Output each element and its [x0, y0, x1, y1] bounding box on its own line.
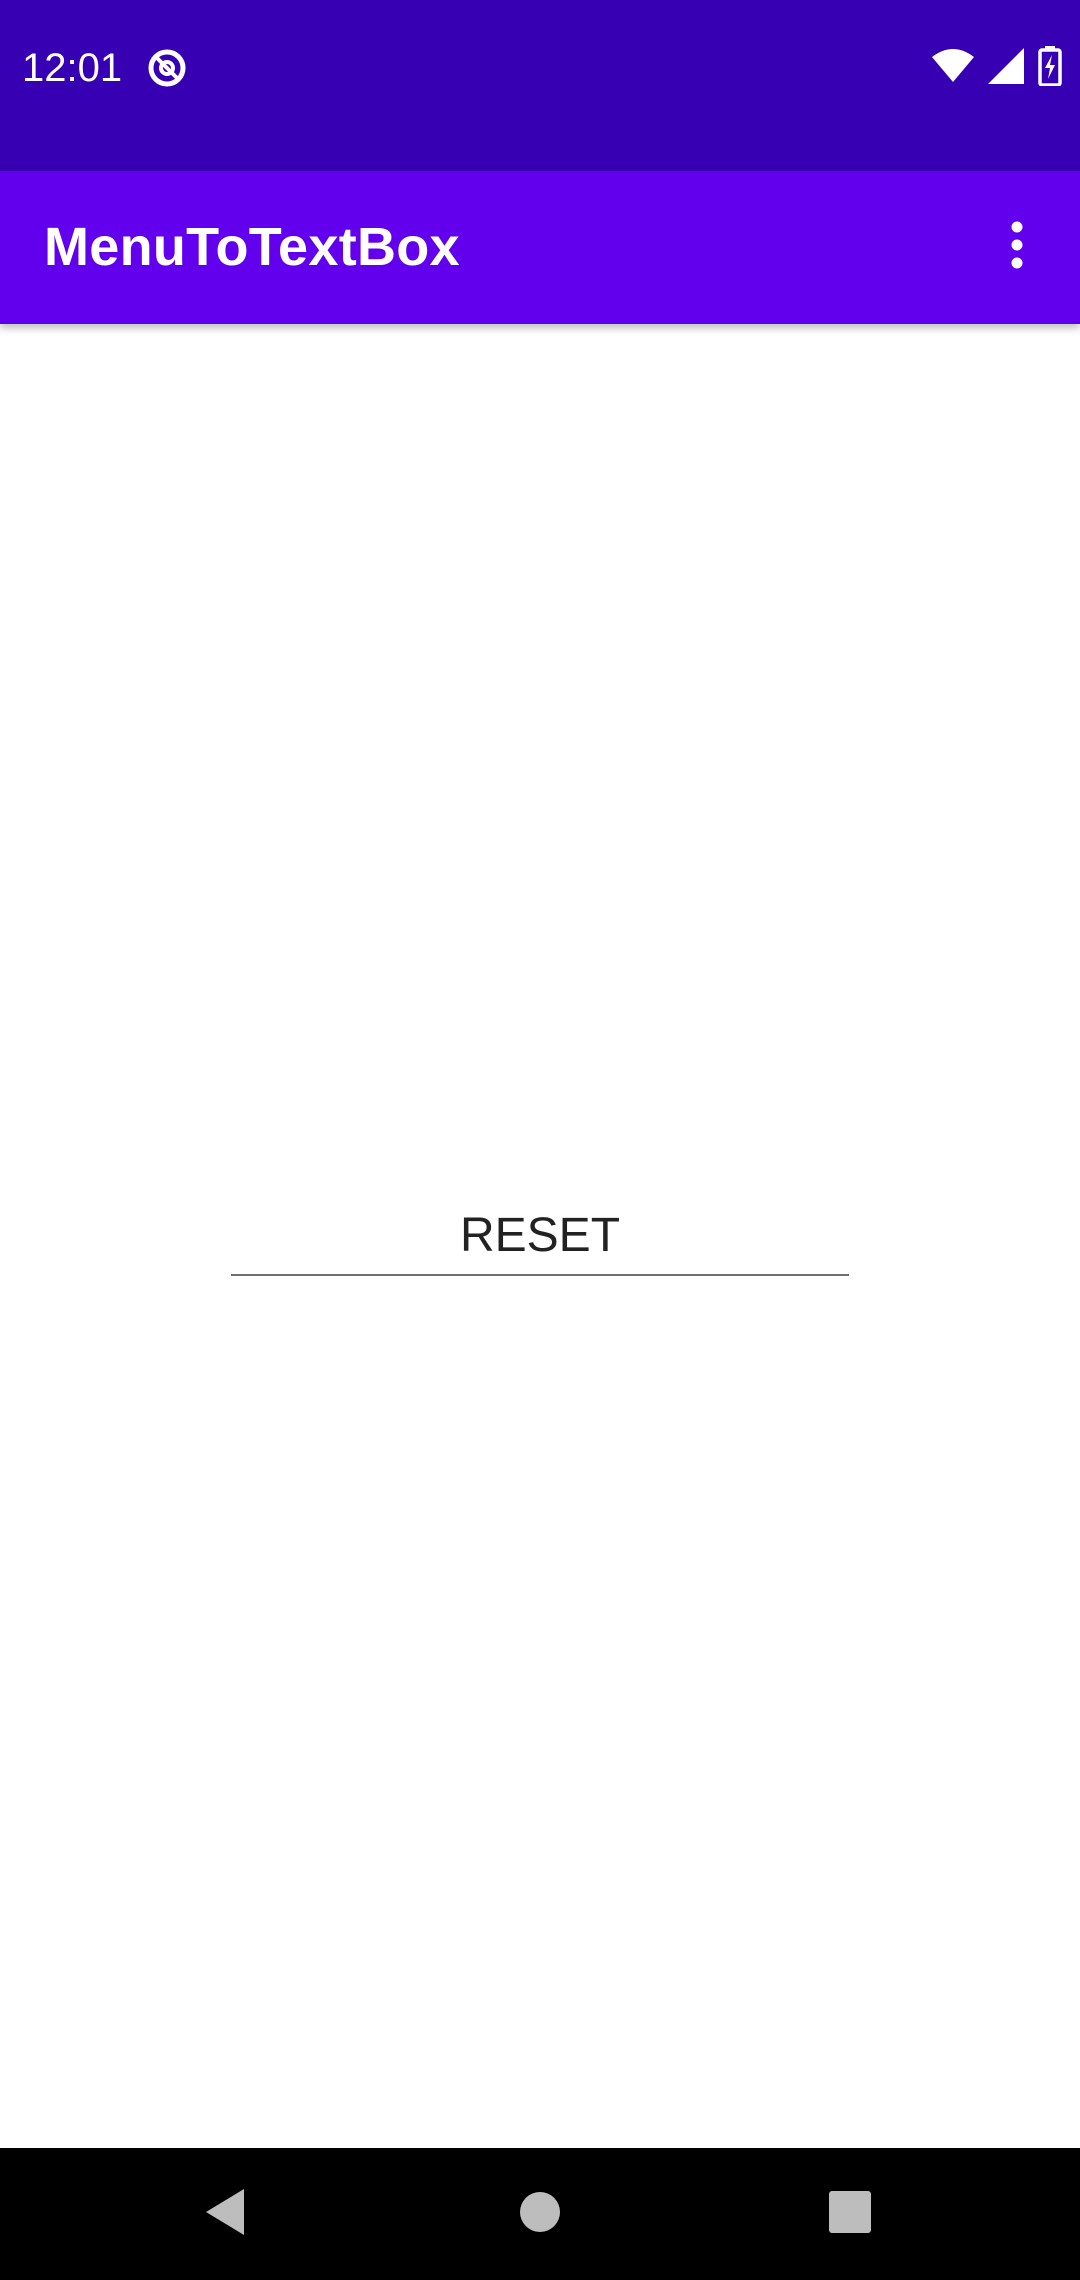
status-icons	[932, 45, 1062, 91]
cellular-signal-icon	[988, 47, 1024, 89]
battery-charging-icon	[1038, 45, 1062, 91]
recents-icon	[829, 2190, 871, 2238]
home-button[interactable]	[460, 2148, 620, 2280]
home-icon	[519, 2191, 561, 2238]
navigation-bar	[0, 2148, 1080, 2280]
app-bar: MenuToTextBox	[0, 171, 1080, 324]
app-screen: 12:01 MenuToTextBox RESET	[0, 0, 1080, 2280]
status-time: 12:01	[22, 46, 123, 90]
overflow-menu-button[interactable]	[954, 171, 1080, 324]
wifi-icon	[932, 48, 974, 88]
at-sign-notification-icon	[146, 47, 188, 89]
back-icon	[206, 2188, 246, 2240]
app-title: MenuToTextBox	[44, 217, 460, 277]
text-box-value: RESET	[459, 1209, 621, 1262]
back-button[interactable]	[146, 2148, 306, 2280]
recents-button[interactable]	[770, 2148, 930, 2280]
more-vert-icon	[1010, 221, 1024, 274]
main-content: RESET	[0, 324, 1080, 2148]
text-box[interactable]: RESET	[231, 1194, 849, 1276]
status-bar: 12:01	[0, 0, 1080, 171]
